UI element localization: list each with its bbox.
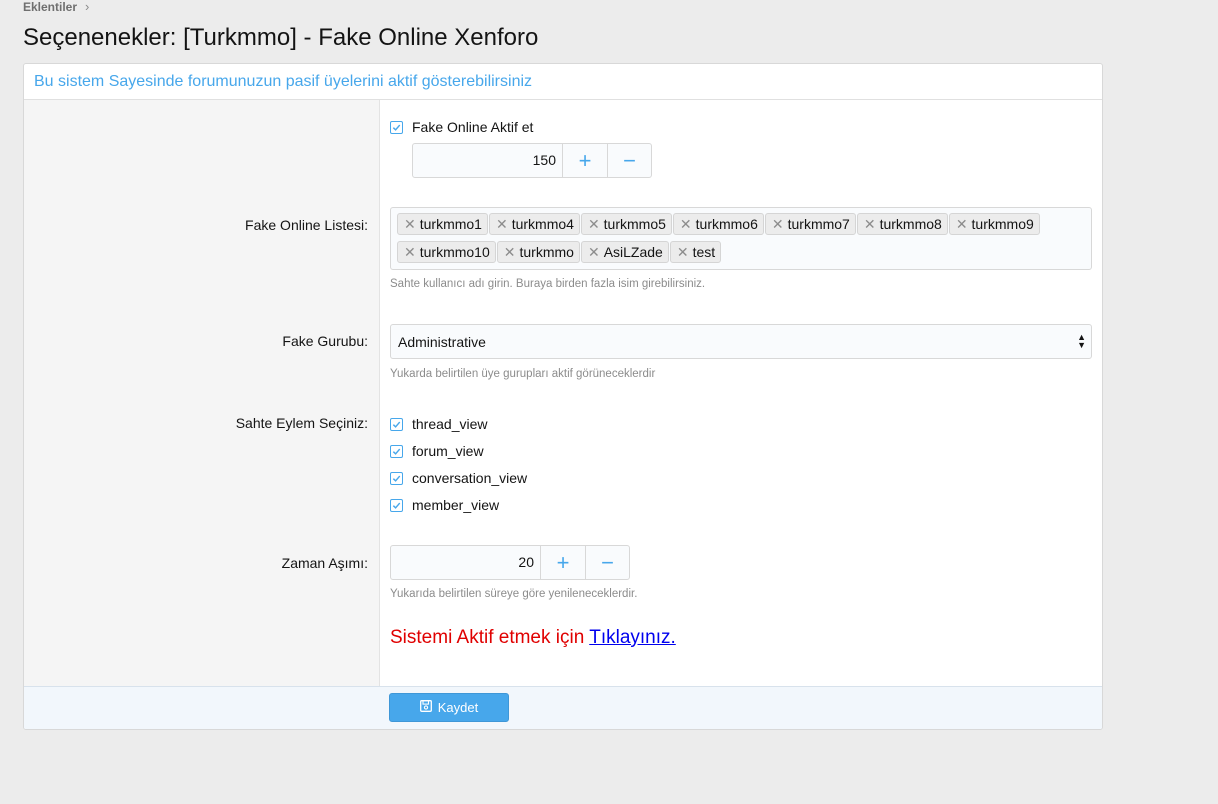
group-hint: Yukarda belirtilen üye gurupları aktif g… (390, 368, 656, 380)
minus-button[interactable]: − (607, 144, 651, 177)
fake-online-checkbox[interactable]: Fake Online Aktif et (390, 119, 533, 135)
timeout-input[interactable]: 20 (391, 546, 541, 579)
activate-text: Sistemi Aktif etmek için (390, 627, 590, 648)
checkbox-checked-icon (390, 471, 403, 485)
token-label: AsiLZade (603, 244, 663, 260)
remove-token-icon[interactable]: ✕ (677, 244, 689, 261)
checkbox-checked-icon (390, 120, 403, 134)
form-body: Fake Online Aktif et 150 + − Fake Online… (24, 100, 1102, 687)
username-token: ✕ turkmmo10 (397, 241, 496, 263)
select-arrows-icon: ▲ ▼ (1077, 332, 1086, 350)
username-token: ✕ turkmmo5 (580, 213, 672, 235)
activate-link[interactable]: Tıklayınız. (589, 627, 676, 648)
username-token: ✕ turkmmo4 (488, 213, 580, 235)
online-list-tokens-input[interactable]: ✕ turkmmo1 ✕ turkmmo4 ✕ turkmmo5 ✕ turkmmo6 ✕ tur… (390, 207, 1092, 270)
username-token: ✕ turkmmo1 (397, 213, 488, 235)
remove-token-icon[interactable]: ✕ (504, 244, 516, 261)
block-header: Bu sistem Sayesinde forumunuzun pasif üy… (24, 64, 1102, 100)
plus-button[interactable]: + (563, 144, 607, 177)
remove-token-icon[interactable]: ✕ (864, 216, 876, 233)
remove-token-icon[interactable]: ✕ (404, 216, 416, 233)
breadcrumb: Eklentiler › (23, 0, 89, 14)
timeout-label: Zaman Aşımı: (281, 555, 368, 571)
group-label: Fake Gurubu: (282, 333, 368, 349)
actions-label: Sahte Eylem Seçiniz: (235, 415, 368, 431)
online-list-label: Fake Online Listesi: (245, 217, 368, 233)
fake-online-label: Fake Online Aktif et (412, 119, 534, 135)
timeout-hint: Yukarıda belirtilen süreye göre yenilene… (390, 588, 638, 600)
remove-token-icon[interactable]: ✕ (404, 244, 416, 261)
options-form: Bu sistem Sayesinde forumunuzun pasif üy… (23, 63, 1103, 730)
remove-token-icon[interactable]: ✕ (588, 244, 600, 261)
timeout-stepper: 20 + − (390, 545, 630, 580)
online-list-hint: Sahte kullanıcı adı girin. Buraya birden… (390, 278, 706, 290)
action-label: member_view (412, 497, 500, 513)
action-label: conversation_view (412, 470, 528, 486)
username-token: ✕ turkmmo (496, 241, 580, 263)
username-token: ✕ turkmmo6 (672, 213, 764, 235)
checkbox-checked-icon (390, 498, 403, 512)
token-label: turkmmo7 (787, 216, 850, 232)
username-token: ✕ turkmmo8 (856, 213, 948, 235)
token-label: turkmmo5 (603, 216, 666, 232)
remove-token-icon[interactable]: ✕ (956, 216, 968, 233)
remove-token-icon[interactable]: ✕ (680, 216, 692, 233)
activate-message: Sistemi Aktif etmek için Tıklayınız. (390, 627, 676, 649)
token-label: turkmmo8 (879, 216, 942, 232)
remove-token-icon[interactable]: ✕ (496, 216, 508, 233)
group-select[interactable]: Administrative ▲ ▼ (390, 324, 1092, 359)
chevron-right-icon: › (85, 0, 90, 14)
username-token: ✕ AsiLZade (580, 241, 669, 263)
checkbox-checked-icon (390, 417, 403, 431)
save-label: Kaydet (437, 700, 479, 715)
breadcrumb-item-eklentiler[interactable]: Eklentiler (23, 0, 77, 14)
action-label: thread_view (412, 416, 488, 432)
minus-button[interactable]: − (585, 546, 629, 579)
plus-button[interactable]: + (541, 546, 585, 579)
form-footer: Kaydet (24, 686, 1102, 729)
label-column (24, 100, 380, 687)
save-button[interactable]: Kaydet (389, 693, 509, 722)
save-icon (419, 700, 432, 715)
action-checkbox-conversation-view[interactable]: conversation_view (390, 470, 527, 486)
token-label: turkmmo (519, 244, 574, 260)
token-label: turkmmo10 (419, 244, 490, 260)
action-checkbox-forum-view[interactable]: forum_view (390, 443, 484, 459)
token-label: turkmmo1 (419, 216, 482, 232)
checkbox-checked-icon (390, 444, 403, 458)
username-token: ✕ turkmmo9 (948, 213, 1040, 235)
action-checkbox-member-view[interactable]: member_view (390, 497, 499, 513)
fake-online-count-stepper: 150 + − (412, 143, 652, 178)
token-label: turkmmo9 (971, 216, 1034, 232)
token-label: turkmmo4 (511, 216, 574, 232)
action-checkbox-thread-view[interactable]: thread_view (390, 416, 488, 432)
page-title: Seçenenekler: [Turkmmo] - Fake Online Xe… (23, 24, 539, 51)
token-label: test (692, 244, 716, 260)
remove-token-icon[interactable]: ✕ (588, 216, 600, 233)
token-label: turkmmo6 (695, 216, 758, 232)
remove-token-icon[interactable]: ✕ (772, 216, 784, 233)
fake-online-count-input[interactable]: 150 (413, 144, 563, 177)
username-token: ✕ turkmmo7 (764, 213, 856, 235)
action-label: forum_view (412, 443, 484, 459)
username-token: ✕ test (669, 241, 722, 263)
group-select-value: Administrative (398, 334, 486, 350)
